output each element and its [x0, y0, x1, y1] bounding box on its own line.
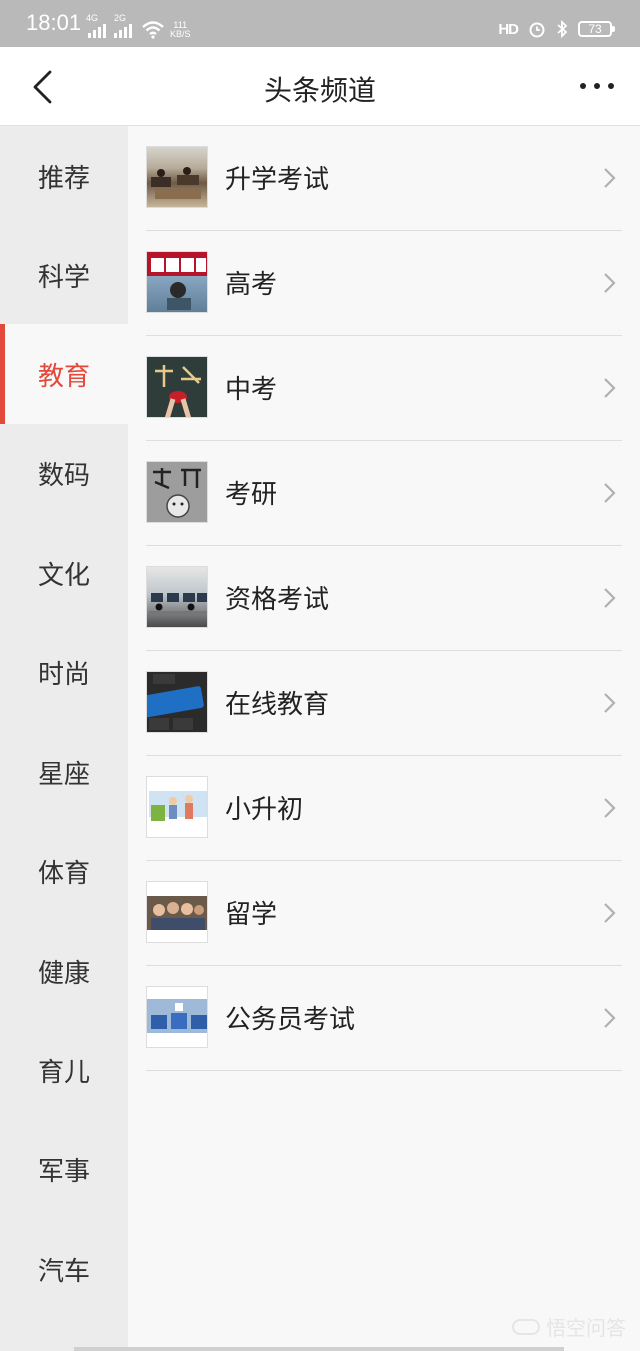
list-item[interactable]: 小升初 [146, 756, 622, 861]
sidebar-item-auto[interactable]: 汽车 [0, 1219, 128, 1319]
battery-icon: 73 [578, 21, 615, 37]
sidebar-item-parenting[interactable]: 育儿 [0, 1020, 128, 1120]
sidebar-item-fashion[interactable]: 时尚 [0, 622, 128, 722]
chevron-right-icon [604, 903, 616, 923]
list-item[interactable]: 公务员考试 [146, 966, 622, 1071]
chevron-right-icon [604, 588, 616, 608]
sidebar-item-military[interactable]: 军事 [0, 1119, 128, 1219]
sidebar-item-science[interactable]: 科学 [0, 225, 128, 325]
network-speed: 111 KB/S [170, 20, 191, 39]
page-title: 头条频道 [263, 74, 376, 107]
sidebar-item-sports[interactable]: 体育 [0, 821, 128, 921]
exam-room-photo-icon [146, 986, 208, 1048]
list-item[interactable]: 升学考试 [146, 126, 622, 231]
exam-hall-photo-icon [146, 566, 208, 628]
chevron-right-icon [604, 168, 616, 188]
chevron-right-icon [604, 378, 616, 398]
watermark: 悟空问答 [512, 1312, 626, 1341]
chevron-right-icon [604, 798, 616, 818]
hd-icon: HD [498, 20, 519, 38]
more-options-icon[interactable] [580, 83, 614, 89]
chevron-right-icon [604, 1008, 616, 1028]
list-item[interactable]: 高考 [146, 231, 622, 336]
channel-label: 留学 [225, 900, 278, 930]
list-item[interactable]: 中考 [146, 336, 622, 441]
sidebar-item-digital[interactable]: 数码 [0, 423, 128, 523]
list-item[interactable]: 在线教育 [146, 651, 622, 756]
sidebar-item-culture[interactable]: 文化 [0, 523, 128, 623]
sidebar-item-health[interactable]: 健康 [0, 921, 128, 1021]
sidebar-item-horoscope[interactable]: 星座 [0, 722, 128, 822]
learning-key-photo-icon [146, 671, 208, 733]
classroom-photo-icon [146, 146, 208, 208]
status-time: 18:01 [26, 10, 82, 35]
kaoyan-photo-icon [146, 461, 208, 523]
chevron-right-icon [604, 693, 616, 713]
watermark-text: 悟空问答 [546, 1316, 626, 1340]
zhongkao-photo-icon [146, 356, 208, 418]
bottom-divider [74, 1347, 564, 1351]
status-bar: 18:01 4G 2G 111 KB/S HD 73 [0, 0, 640, 47]
signal-icon-2 [114, 22, 134, 38]
wifi-icon [142, 21, 164, 39]
app-header: 头条频道 [0, 47, 640, 126]
channel-label: 资格考试 [225, 585, 330, 615]
signal-icon [88, 22, 108, 38]
sidebar-item-recommend[interactable]: 推荐 [0, 126, 128, 226]
channel-label: 中考 [225, 375, 278, 405]
alarm-icon [529, 22, 545, 38]
cartoon-photo-icon [146, 776, 208, 838]
list-item[interactable]: 留学 [146, 861, 622, 966]
chevron-right-icon [604, 273, 616, 293]
channel-label: 高考 [225, 270, 278, 300]
bluetooth-icon [557, 20, 568, 38]
channel-label: 考研 [225, 480, 278, 510]
list-item[interactable]: 考研 [146, 441, 622, 546]
channel-label: 公务员考试 [225, 1005, 356, 1035]
channel-label: 在线教育 [225, 690, 330, 720]
channel-label: 升学考试 [225, 165, 330, 195]
channel-label: 小升初 [225, 795, 304, 825]
sidebar-item-education[interactable]: 教育 [0, 324, 128, 424]
watermark-logo-icon [512, 1318, 540, 1335]
category-sidebar: 推荐 科学 教育 数码 文化 时尚 星座 体育 健康 育儿 军事 汽车 [0, 126, 128, 1351]
list-item[interactable]: 资格考试 [146, 546, 622, 651]
gaokao-photo-icon [146, 251, 208, 313]
students-photo-icon [146, 881, 208, 943]
channel-list: 升学考试 高考 中考 考研 资格考试 在线教育 小升初 留学 公务员考试 [128, 126, 640, 1351]
chevron-right-icon [604, 483, 616, 503]
